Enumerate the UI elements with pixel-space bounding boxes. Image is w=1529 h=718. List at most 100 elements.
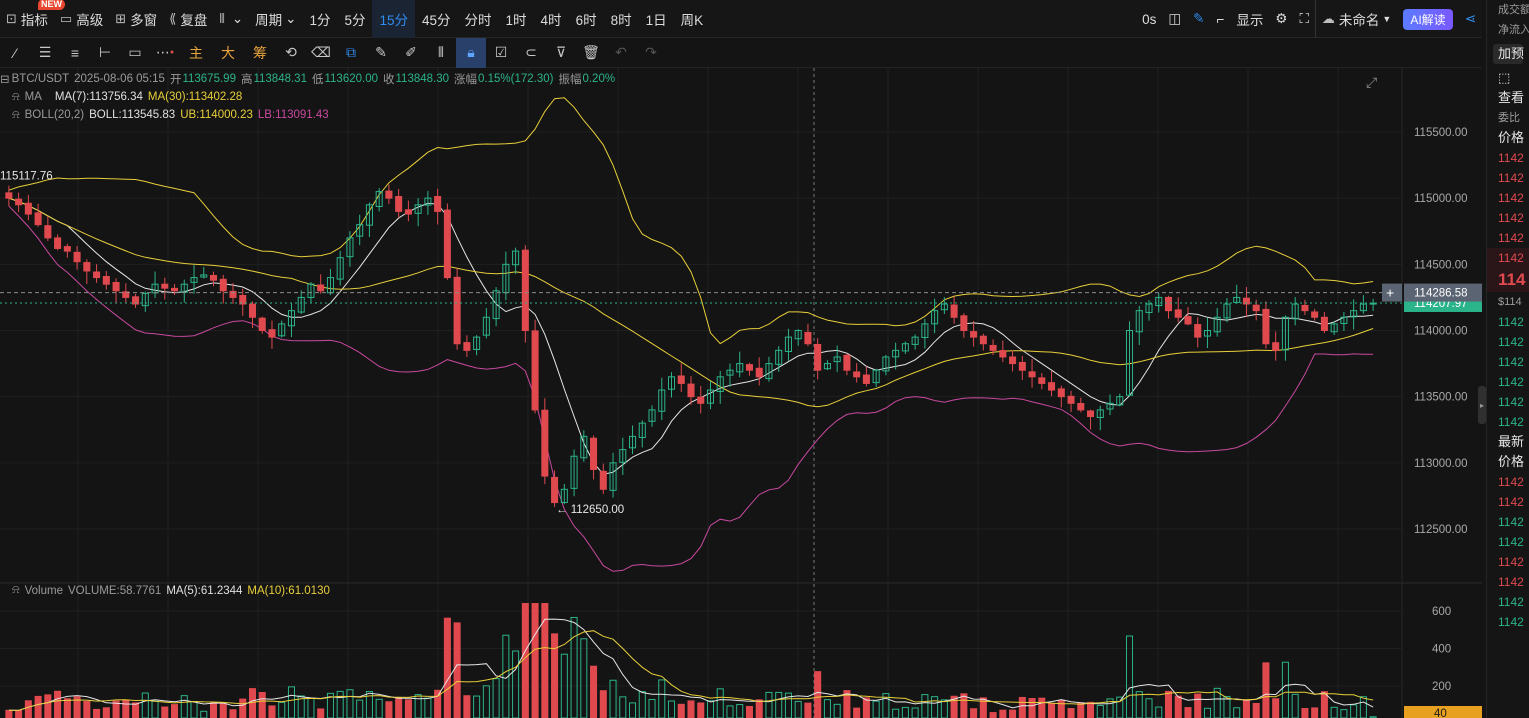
parallel-channel-icon[interactable]: ≡ [60,38,90,68]
main-force-tool[interactable]: 主 [180,38,212,68]
open-value: 113675.99 [182,73,236,85]
topbar-item-1[interactable]: ▭ 高级 [54,0,109,38]
order-book-row[interactable]: 1142 [1487,248,1529,268]
magnet-icon[interactable]: ⊂ [516,38,546,68]
order-book-row[interactable]: 1142 [1487,352,1529,372]
bell-icon[interactable]: ⍾ [12,584,20,597]
order-book-row[interactable]: 1142 [1487,208,1529,228]
camera-icon[interactable]: ◫ [1162,0,1187,38]
order-book-row[interactable]: 1142 [1487,312,1529,332]
candle-body [755,367,763,378]
order-book-row[interactable]: 114 [1487,268,1529,292]
order-book-row[interactable]: 价格 [1487,128,1529,148]
expand-chart-icon[interactable]: ⤢ [1366,74,1386,92]
candle-body [531,330,539,411]
order-book-row[interactable]: 1142 [1487,572,1529,592]
fullscreen-icon[interactable]: ⛶ [1293,0,1314,38]
boll-name[interactable]: BOLL(20,2) [25,109,84,121]
bell-icon[interactable]: ⍾ [12,91,20,104]
pencil-icon[interactable]: ✎ [366,38,396,68]
order-book-row[interactable]: 1142 [1487,592,1529,612]
lock-icon[interactable]: 🔒︎ [456,37,486,68]
order-book-row[interactable]: 1142 [1487,392,1529,412]
period-tab[interactable]: 1日 [639,0,674,38]
volume-bar [395,697,403,718]
volume-bar [151,700,159,718]
order-book-row[interactable]: 1142 [1487,492,1529,512]
order-book-row[interactable]: 1142 [1487,372,1529,392]
order-book-row[interactable]: ⬚ [1487,68,1529,88]
order-book-row[interactable]: 1142 [1487,188,1529,208]
erase-drawing-icon[interactable]: ⌫ [306,38,336,68]
close-value: 113848.30 [395,73,450,85]
trend-line-icon[interactable]: ⁄ [0,38,30,68]
trash-icon[interactable]: 🗑︎ [576,38,606,68]
volume-bar [1291,693,1299,718]
order-book-row[interactable]: 1142 [1487,168,1529,188]
sync-drawing-icon[interactable]: ⟲ [276,38,306,68]
filter-icon[interactable]: ⊽ [546,38,576,68]
period-tab[interactable]: 5分 [337,0,372,38]
topbar-item-label: 复盘 [180,12,208,28]
chip-tool[interactable]: 筹 [244,38,276,68]
horizontal-lines-icon[interactable]: ☰ [30,38,60,68]
period-tab[interactable]: 分时 [458,0,499,38]
order-book-row[interactable]: 1142 [1487,228,1529,248]
order-book-row[interactable]: 价格 [1487,452,1529,472]
horizontal-ray-icon[interactable]: ⊢ [90,38,120,68]
volume-bar [1184,707,1192,718]
order-book-row[interactable]: 1142 [1487,412,1529,432]
order-book-row[interactable]: 1142 [1487,332,1529,352]
topbar-item-4[interactable]: ⫴ ⌄ [213,0,249,38]
order-book-row[interactable]: 1142 [1487,472,1529,492]
rectangle-icon[interactable]: ▭ [120,38,150,68]
brush-icon[interactable]: ✐ [396,38,426,68]
redo-icon[interactable]: ↷ [636,38,666,68]
note-icon[interactable]: ☑ [486,38,516,68]
period-tab[interactable]: 1分 [302,0,337,38]
ma-name[interactable]: MA [25,91,42,103]
more-tools-icon[interactable]: ⋯ ● [150,38,180,68]
order-book-row[interactable]: 1142 [1487,512,1529,532]
topbar-item-5[interactable]: 周期 ⌄ [249,0,302,38]
undo-icon[interactable]: ↶ [606,38,636,68]
period-tab[interactable]: 45分 [415,0,458,38]
order-book-row[interactable]: $114 [1487,292,1529,312]
kline-chart[interactable]: 115500.00 115000.00 114500.00 114000.00 1135… [0,68,1482,718]
topbar-item-3[interactable]: ⟪ 复盘 [163,0,213,38]
period-tab[interactable]: 15分 [372,0,415,38]
period-tab[interactable]: 6时 [569,0,604,38]
ai-interpret-button[interactable]: AI解读 [1403,8,1453,30]
share-icon[interactable]: ⋖ [1459,0,1482,38]
order-book-row[interactable]: 1142 [1487,612,1529,632]
big-order-tool[interactable]: 大 [212,38,244,68]
cloud-layout-button[interactable]: ☁ 未命名 ▼ [1314,0,1397,38]
order-book-row[interactable]: 1142 [1487,552,1529,572]
volume-bar [200,710,208,718]
period-tab[interactable]: 周K [674,0,711,38]
ohlc-toggle-icon[interactable]: ⊟ [0,72,10,86]
topbar-item-2[interactable]: ⊞ 多窗 [109,0,163,38]
draw-pen-icon[interactable]: ✎ [1187,0,1210,38]
order-book-row[interactable]: 成交额 [1487,0,1529,20]
order-book-row[interactable]: 委比 [1487,108,1529,128]
volume-name[interactable]: Volume [25,585,63,597]
ma7-value: MA(7):113756.34 [54,91,143,103]
order-book-row[interactable]: 最新 [1487,432,1529,452]
topbar-item-0[interactable]: ⊡ 指标 NEW [0,0,65,38]
bell-icon[interactable]: ⍾ [12,109,20,122]
display-button[interactable]: 显示 [1230,0,1269,38]
period-tab[interactable]: 8时 [604,0,639,38]
copy-layer-icon[interactable]: ⧉ [336,38,366,68]
order-book-row[interactable]: 查看 [1487,88,1529,108]
settings-gear-icon[interactable]: ⚙ [1269,0,1293,38]
order-book-row[interactable]: 1142 [1487,148,1529,168]
period-tab[interactable]: 4时 [534,0,569,38]
order-book-row[interactable]: 1142 [1487,532,1529,552]
candle-style-icon[interactable]: ⫴ [426,38,456,68]
collapse-panel-handle[interactable]: ▸ [1478,386,1486,424]
order-book-row[interactable]: 净流入 [1487,20,1529,40]
order-book-row[interactable]: 加预 [1493,44,1524,64]
screenshot-icon[interactable]: ⌐ [1210,0,1230,38]
period-tab[interactable]: 1时 [499,0,534,38]
